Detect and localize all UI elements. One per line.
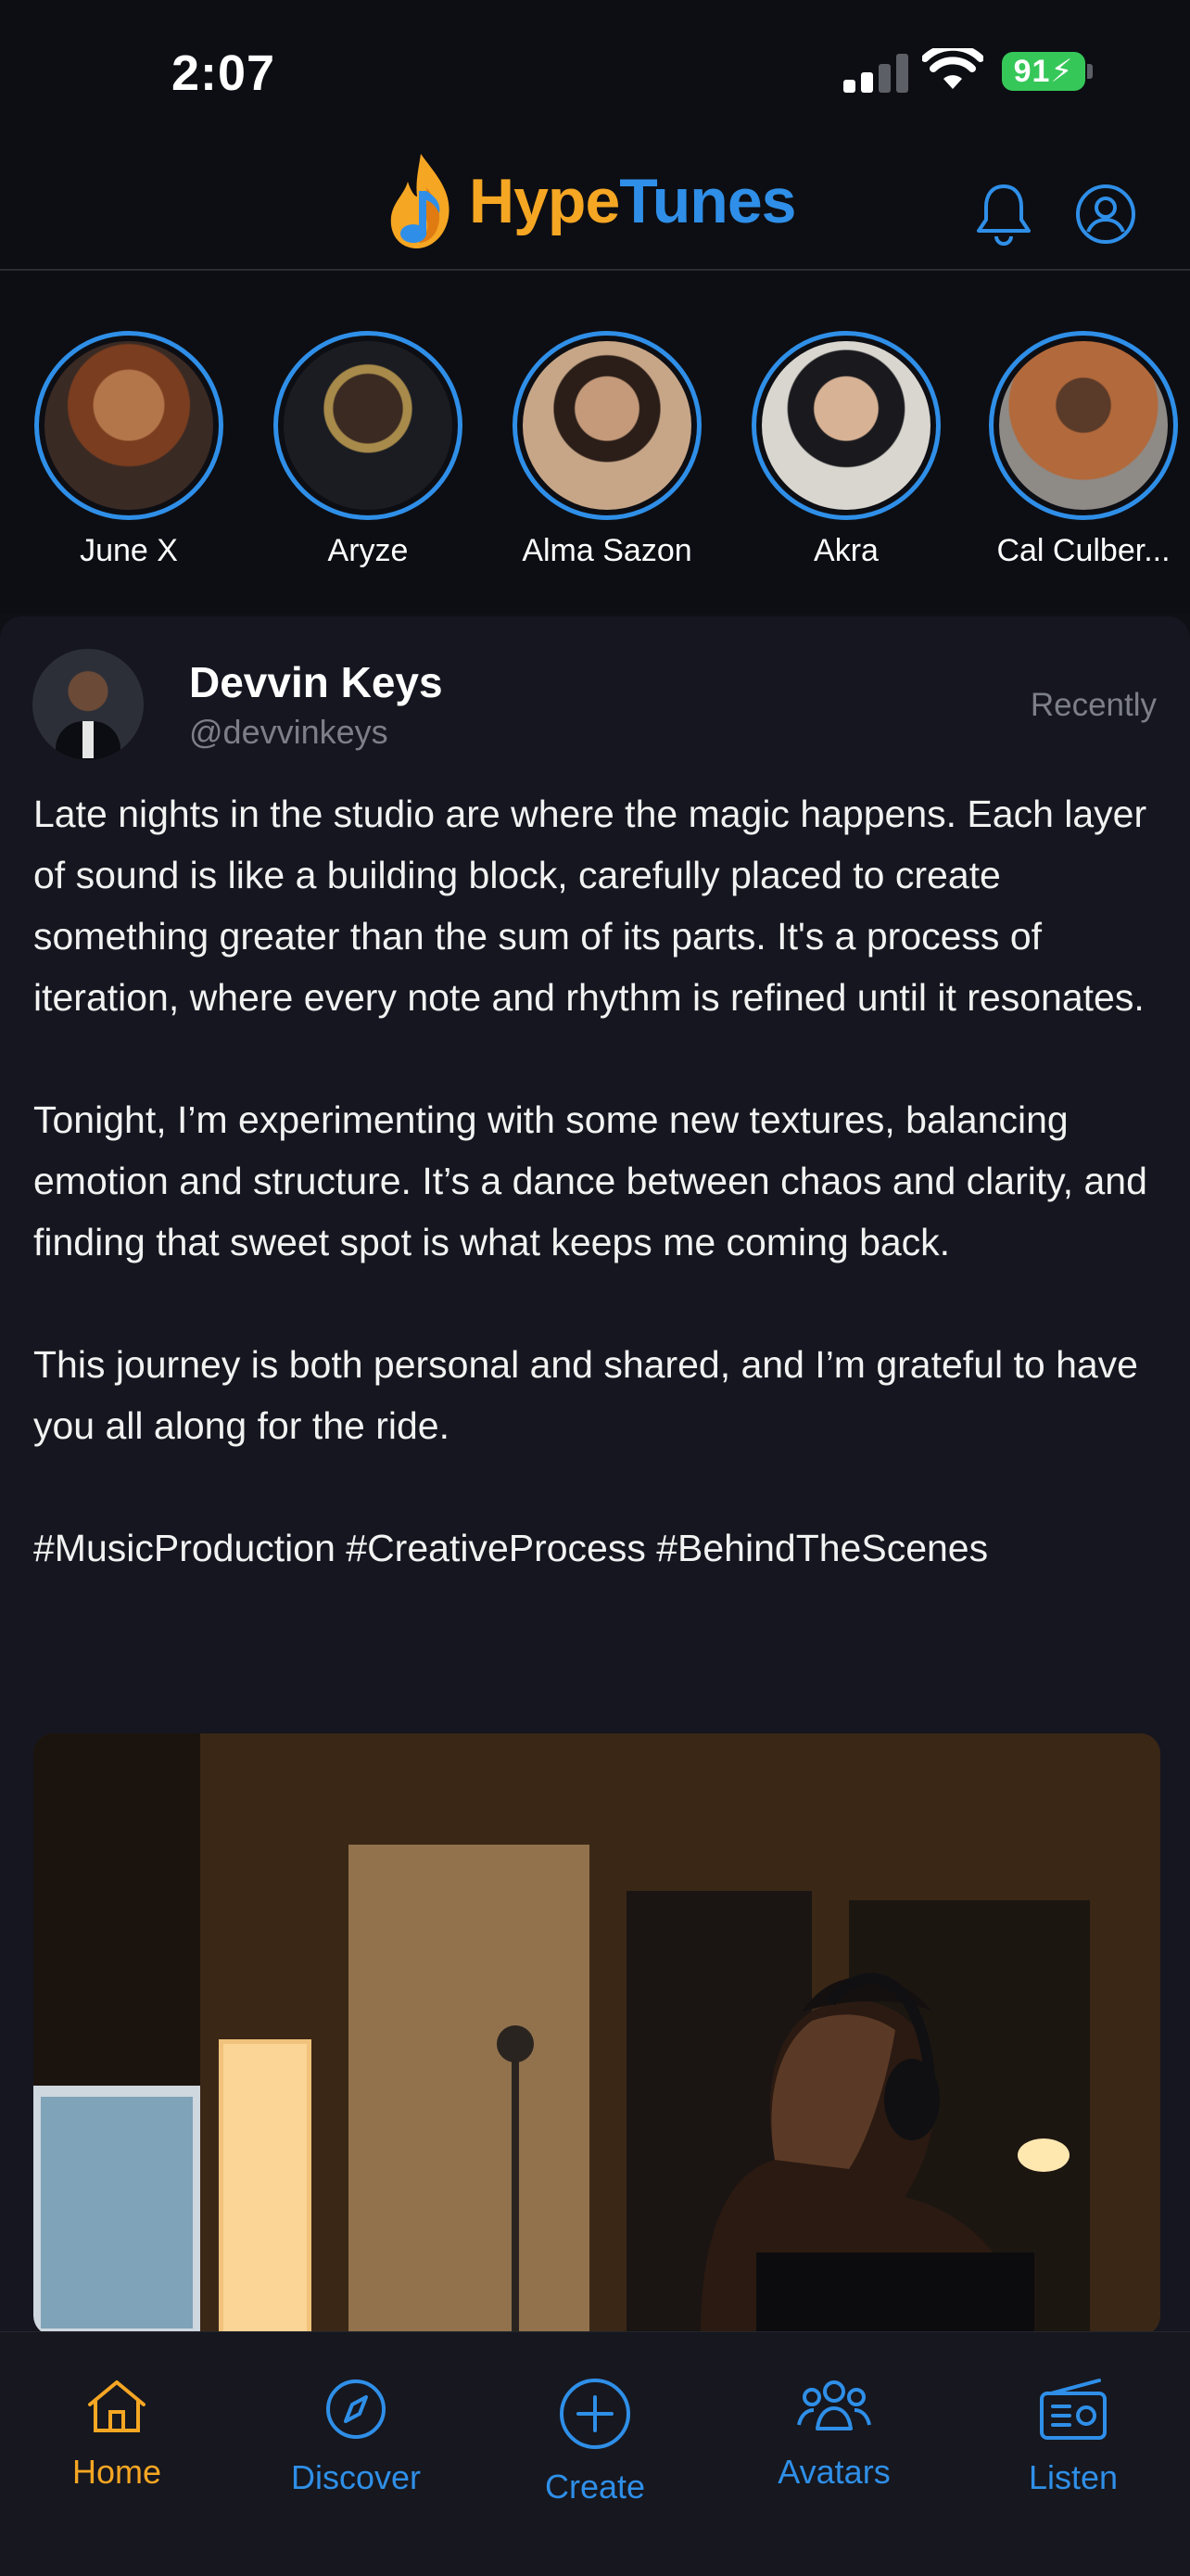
nav-home[interactable]: Home bbox=[33, 2377, 200, 2492]
app-logo[interactable]: HypeTunes bbox=[384, 150, 796, 252]
nav-discover[interactable]: Discover bbox=[272, 2377, 439, 2497]
author-name[interactable]: Devvin Keys bbox=[189, 657, 443, 707]
radio-icon bbox=[1040, 2379, 1107, 2440]
nav-create[interactable]: Create bbox=[512, 2377, 678, 2506]
post-image[interactable] bbox=[33, 1733, 1160, 2336]
nav-listen[interactable]: Listen bbox=[990, 2377, 1157, 2497]
battery-level: 91 bbox=[1013, 54, 1051, 89]
story-name: Alma Sazon bbox=[522, 533, 692, 568]
bottom-nav: Home Discover Create Avatars Listen bbox=[0, 2331, 1190, 2576]
nav-discover-label: Discover bbox=[290, 2458, 422, 2496]
charging-bolt-icon: ⚡ bbox=[1050, 54, 1074, 89]
battery-cap bbox=[1087, 64, 1093, 79]
nav-create-label: Create bbox=[544, 2468, 646, 2506]
post-timestamp: Recently bbox=[1030, 687, 1157, 723]
wifi-icon bbox=[922, 48, 983, 89]
story-avatar-ring bbox=[513, 331, 702, 520]
notification-bell-icon[interactable] bbox=[973, 181, 1034, 246]
story-name: Aryze bbox=[327, 533, 409, 568]
logo-text-hype: Hype bbox=[469, 166, 620, 236]
compass-icon bbox=[326, 2379, 386, 2439]
post-paragraph: Tonight, I’m experimenting with some new… bbox=[33, 1098, 1147, 1263]
story-item[interactable]: Cal Culber... bbox=[984, 331, 1183, 569]
status-bar: 2:07 91⚡ bbox=[0, 0, 1190, 139]
studio-scene-illustration bbox=[33, 1733, 1160, 2336]
home-icon bbox=[88, 2380, 146, 2432]
story-item[interactable]: Aryze bbox=[269, 331, 467, 569]
profile-icon[interactable] bbox=[1075, 184, 1136, 245]
story-item[interactable]: Akra bbox=[747, 331, 945, 569]
story-item[interactable]: June X bbox=[30, 331, 228, 569]
story-avatar bbox=[44, 341, 213, 510]
post-card: Devvin Keys @devvinkeys Recently Late ni… bbox=[0, 616, 1190, 2336]
nav-home-label: Home bbox=[71, 2453, 162, 2491]
nav-listen-label: Listen bbox=[1028, 2458, 1119, 2496]
post-hashtags[interactable]: #MusicProduction #CreativeProcess #Behin… bbox=[33, 1517, 1164, 1579]
create-plus-icon bbox=[560, 2379, 630, 2449]
flame-note-logo-icon bbox=[390, 154, 449, 248]
story-avatar-ring bbox=[273, 331, 462, 520]
story-avatar-ring bbox=[752, 331, 941, 520]
logo-text-tunes: Tunes bbox=[619, 166, 796, 236]
stories-row: June X Aryze Alma Sazon Akra Cal Culber.… bbox=[0, 271, 1190, 614]
app-header: HypeTunes bbox=[0, 139, 1190, 271]
battery-indicator: 91⚡ bbox=[1002, 52, 1085, 91]
cellular-signal-icon bbox=[843, 52, 908, 93]
story-name: Akra bbox=[814, 533, 879, 568]
post-paragraph: This journey is both personal and shared… bbox=[33, 1343, 1138, 1447]
story-avatar bbox=[523, 341, 691, 510]
author-avatar[interactable] bbox=[32, 649, 144, 760]
story-name: June X bbox=[80, 533, 178, 568]
post-body: Late nights in the studio are where the … bbox=[33, 783, 1164, 1579]
story-avatar bbox=[999, 341, 1168, 510]
status-time: 2:07 bbox=[171, 45, 276, 101]
story-avatar bbox=[762, 341, 930, 510]
people-group-icon bbox=[797, 2380, 871, 2430]
story-avatar-ring bbox=[989, 331, 1178, 520]
story-avatar bbox=[284, 341, 452, 510]
author-handle[interactable]: @devvinkeys bbox=[189, 713, 388, 752]
story-item[interactable]: Alma Sazon bbox=[508, 331, 706, 569]
post-paragraph: Late nights in the studio are where the … bbox=[33, 793, 1147, 1019]
story-name: Cal Culber... bbox=[996, 533, 1171, 568]
nav-avatars[interactable]: Avatars bbox=[751, 2377, 918, 2492]
nav-avatars-label: Avatars bbox=[778, 2453, 891, 2491]
story-avatar-ring bbox=[34, 331, 223, 520]
